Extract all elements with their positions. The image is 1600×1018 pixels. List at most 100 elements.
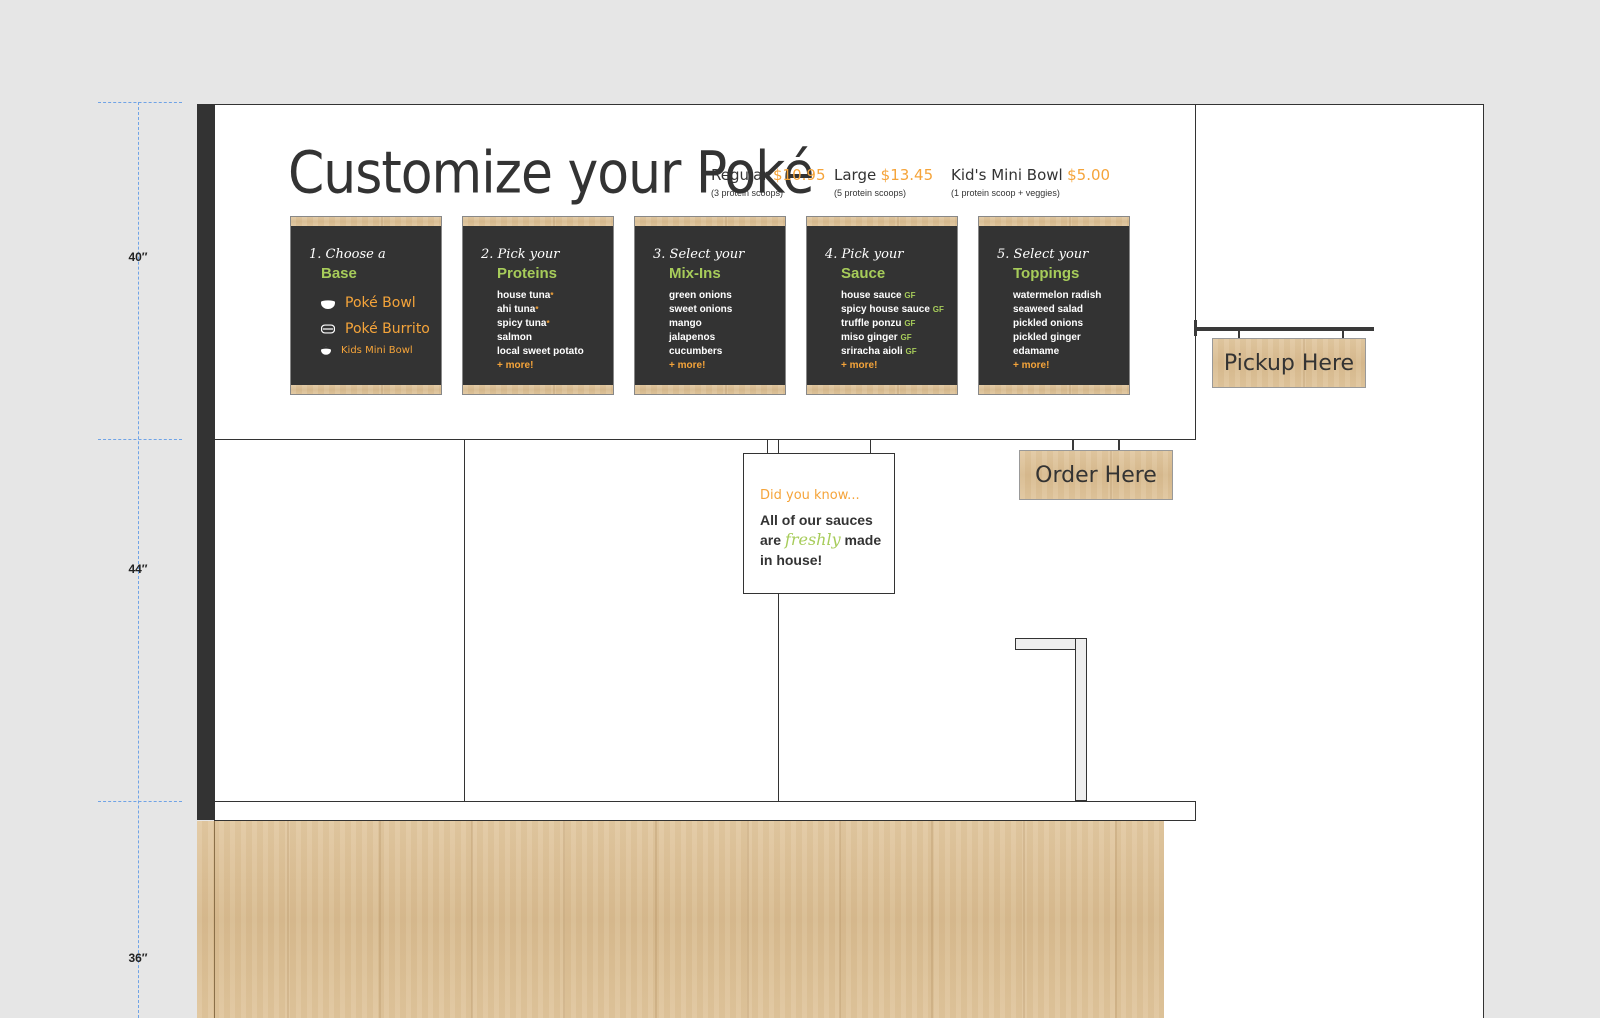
list-item: ahi tuna* [497,304,539,315]
list-item: mango [669,318,702,329]
board-cap-bottom [463,385,613,394]
order-sign-hook [1072,439,1074,450]
base-option-bowl: Poké Bowl [321,295,416,311]
gf-badge: GF [905,347,917,356]
counter-front-wood [197,821,1164,1018]
more-link: + more! [497,360,534,371]
base-option-burrito: Poké Burrito [321,321,430,337]
board-step: 2. Pick your [481,247,560,262]
board-cap-top [635,217,785,226]
size-name: Large [834,166,877,184]
list-item: sweet onions [669,304,733,315]
menu-board-sauce: 4. Pick your Sauce house sauce GF spicy … [806,216,958,395]
size-name: Kid's Mini Bowl [951,166,1063,184]
list-item: seaweed salad [1013,304,1084,315]
list-item: green onions [669,290,732,301]
board-cap-top [291,217,441,226]
size-price: $10.95 [773,166,826,184]
list-item: salmon [497,332,533,343]
gf-badge: GF [900,333,912,342]
size-price: $5.00 [1067,166,1111,184]
did-you-know-line: are freshly made [760,530,882,549]
size-note: (3 protein scoops) [711,188,784,198]
pickup-here-sign: Pickup Here [1212,338,1366,388]
freshly-highlight: freshly [784,530,841,549]
counter-edge-line [214,821,215,1018]
base-option-label: Poké Burrito [345,321,430,337]
board-step-name: Base [321,265,357,282]
dimension-guide-counter [98,801,182,802]
dimension-label-44: 44″ [128,562,148,576]
did-you-know-line: in house! [760,552,823,568]
board-items: watermelon radish seaweed salad pickled … [1013,289,1101,373]
sneeze-guard [1015,638,1087,801]
sign-hanger [870,439,871,453]
dimension-label-40: 40″ [128,250,148,264]
size-regular: Regular $10.95 (3 protein scoops) [711,166,826,198]
list-item: spicy house sauce GF [841,304,944,315]
size-note: (1 protein scoop + veggies) [951,188,1060,198]
list-item: cucumbers [669,346,723,357]
list-item: pickled onions [1013,318,1084,329]
opening-frame-left [464,439,465,801]
board-cap-top [979,217,1129,226]
size-note: (5 protein scoops) [834,188,907,198]
board-step: 3. Select your [653,247,745,262]
size-name: Regular [711,166,769,184]
board-cap-bottom [979,385,1129,394]
sign-hanger [767,439,768,453]
board-cap-bottom [807,385,957,394]
list-item: house tuna* [497,290,554,301]
list-item: jalapenos [669,332,716,343]
list-item: miso ginger GF [841,332,912,343]
board-step: 4. Pick your [825,247,904,262]
order-sign-hook [1118,439,1120,450]
board-cap-top [463,217,613,226]
list-item: local sweet potato [497,346,584,357]
list-item: pickled ginger [1013,332,1081,343]
dimension-guide-top [98,102,182,103]
board-step-name: Mix-Ins [669,265,721,282]
board-step-name: Toppings [1013,265,1080,282]
menu-board-base: 1. Choose a Base Poké Bowl Poké Burrito … [290,216,442,395]
menu-board-toppings: 5. Select your Toppings watermelon radis… [978,216,1130,395]
board-items: house tuna* ahi tuna* spicy tuna* salmon… [497,289,584,373]
size-large: Large $13.45 (5 protein scoops) [834,166,933,198]
size-price: $13.45 [880,166,934,184]
board-step-name: Proteins [497,265,558,282]
sign-hanger [778,439,779,453]
more-link: + more! [841,360,878,371]
counter-top [214,801,1196,821]
gf-badge: GF [904,319,916,328]
pickup-sign-bracket [1194,320,1197,336]
base-option-label: Poké Bowl [345,295,416,311]
base-option-kids: Kids Mini Bowl [321,345,413,356]
board-items: house sauce GF spicy house sauce GF truf… [841,289,944,373]
board-cap-bottom [291,385,441,394]
list-item: truffle ponzu GF [841,318,916,329]
burrito-icon [321,324,335,334]
board-cap-top [807,217,957,226]
more-link: + more! [1013,360,1050,371]
bowl-icon [321,297,335,309]
pickup-sign-hook [1342,330,1344,338]
more-link: + more! [669,360,706,371]
wall-edge-column [197,104,215,820]
pickup-sign-hook [1238,330,1240,338]
board-step: 1. Choose a [309,247,386,262]
board-step: 5. Select your [997,247,1089,262]
size-kids: Kid's Mini Bowl $5.00 (1 protein scoop +… [951,166,1110,198]
list-item: house sauce GF [841,290,916,301]
list-item: sriracha aioli GF [841,346,917,357]
gf-badge: GF [904,291,916,300]
did-you-know-line: All of our sauces [760,512,873,528]
base-option-label: Kids Mini Bowl [341,345,413,356]
list-item: watermelon radish [1013,290,1102,301]
dimension-guide-mid [98,439,182,440]
board-cap-bottom [635,385,785,394]
dimension-guide-vertical [138,102,139,1018]
list-item: edamame [1013,346,1060,357]
did-you-know-sign: Did you know... All of our sauces are fr… [743,453,895,594]
did-you-know-body: All of our sauces are freshly made in ho… [760,510,890,570]
menu-board-proteins: 2. Pick your Proteins house tuna* ahi tu… [462,216,614,395]
